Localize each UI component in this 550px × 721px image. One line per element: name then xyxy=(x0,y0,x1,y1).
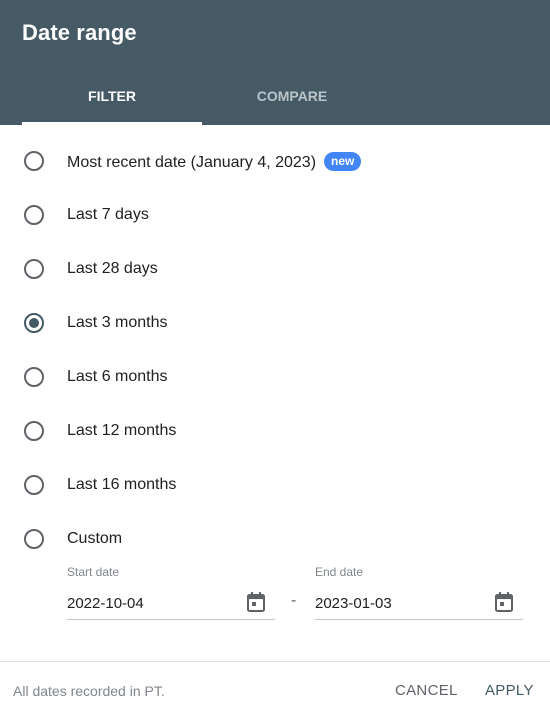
option-label: Last 28 days xyxy=(67,260,158,277)
option-most-recent-date[interactable]: Most recent date (January 4, 2023) new xyxy=(22,148,522,178)
option-last-7-days[interactable]: Last 7 days xyxy=(22,202,522,232)
option-label: Last 6 months xyxy=(67,368,168,385)
radio-most-recent-date[interactable] xyxy=(24,151,44,171)
radio-last-16-months[interactable] xyxy=(24,475,44,495)
option-label: Last 3 months xyxy=(67,314,168,331)
cancel-button[interactable]: CANCEL xyxy=(395,682,458,699)
option-label: Last 12 months xyxy=(67,422,177,439)
radio-last-28-days[interactable] xyxy=(24,259,44,279)
date-range-dialog: Date range FILTER COMPARE Most recent da… xyxy=(0,0,550,721)
option-last-28-days[interactable]: Last 28 days xyxy=(22,256,522,286)
option-last-6-months[interactable]: Last 6 months xyxy=(22,364,522,394)
option-label: Last 16 months xyxy=(67,476,177,493)
radio-last-3-months[interactable] xyxy=(24,313,44,333)
radio-last-6-months[interactable] xyxy=(24,367,44,387)
calendar-icon[interactable] xyxy=(247,592,265,612)
start-date-label: Start date xyxy=(67,565,120,579)
end-date-field[interactable]: End date 2023-01-03 xyxy=(315,562,523,620)
dialog-title: Date range xyxy=(22,20,137,45)
radio-custom[interactable] xyxy=(24,529,44,549)
active-tab-indicator xyxy=(22,122,202,125)
start-date-input[interactable]: 2022-10-04 xyxy=(67,595,144,612)
end-date-label: End date xyxy=(315,565,364,579)
new-badge: new xyxy=(324,152,362,171)
tab-compare[interactable]: COMPARE xyxy=(202,88,382,108)
option-last-3-months[interactable]: Last 3 months xyxy=(22,310,522,340)
start-date-field[interactable]: Start date 2022-10-04 xyxy=(67,562,275,620)
option-label: Last 7 days xyxy=(67,206,149,223)
dialog-header: Date range FILTER COMPARE xyxy=(0,0,550,125)
radio-last-7-days[interactable] xyxy=(24,205,44,225)
option-custom[interactable]: Custom xyxy=(22,526,522,556)
calendar-icon[interactable] xyxy=(495,592,513,612)
start-date-underline xyxy=(67,619,275,620)
apply-button[interactable]: APPLY xyxy=(485,682,534,699)
end-date-underline xyxy=(315,619,523,620)
option-last-12-months[interactable]: Last 12 months xyxy=(22,418,522,448)
timezone-note: All dates recorded in PT. xyxy=(13,683,165,699)
end-date-input[interactable]: 2023-01-03 xyxy=(315,595,392,612)
range-separator: - xyxy=(291,592,297,609)
footer-divider xyxy=(0,661,550,662)
option-label: Most recent date (January 4, 2023) new xyxy=(67,152,362,172)
tab-filter[interactable]: FILTER xyxy=(22,88,202,108)
option-last-16-months[interactable]: Last 16 months xyxy=(22,472,522,502)
option-label-text: Most recent date (January 4, 2023) xyxy=(67,154,317,171)
radio-last-12-months[interactable] xyxy=(24,421,44,441)
option-label: Custom xyxy=(67,530,123,547)
